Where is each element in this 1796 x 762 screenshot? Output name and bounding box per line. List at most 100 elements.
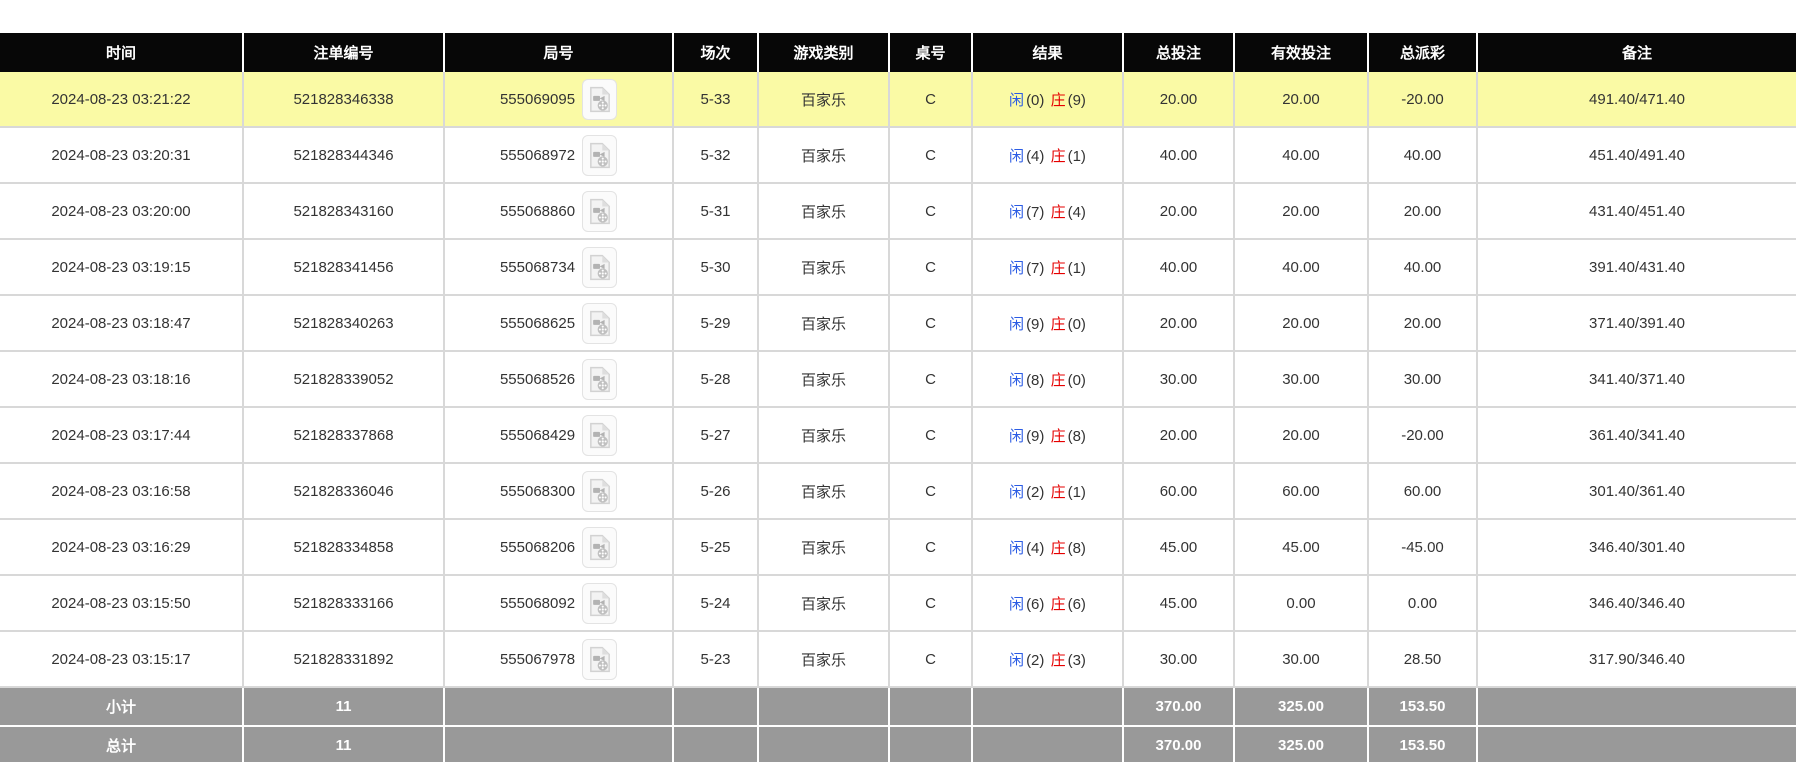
video-replay-button[interactable] (582, 639, 617, 680)
cell-game-type: 百家乐 (758, 183, 889, 239)
cell-valid-bet: 30.00 (1234, 631, 1368, 687)
table-row[interactable]: 2024-08-23 03:16:29 521828334858 5550682… (0, 519, 1796, 575)
result-banker-score: (6) (1067, 596, 1087, 613)
cell-round-id: 555068526 (444, 351, 673, 407)
video-replay-icon (589, 142, 611, 169)
table-row[interactable]: 2024-08-23 03:19:15 521828341456 5550687… (0, 239, 1796, 295)
cell-valid-bet: 20.00 (1234, 72, 1368, 127)
table-row[interactable]: 2024-08-23 03:15:17 521828331892 5550679… (0, 631, 1796, 687)
result-player-label: 闲 (1008, 540, 1025, 557)
table-row[interactable]: 2024-08-23 03:20:00 521828343160 5550688… (0, 183, 1796, 239)
result-banker-score: (9) (1067, 92, 1087, 109)
cell-remark: 341.40/371.40 (1477, 351, 1796, 407)
video-replay-button[interactable] (582, 135, 617, 176)
table-row[interactable]: 2024-08-23 03:18:16 521828339052 5550685… (0, 351, 1796, 407)
video-replay-button[interactable] (582, 583, 617, 624)
video-replay-icon (589, 86, 611, 113)
cell-round-id: 555068972 (444, 127, 673, 183)
video-replay-icon (589, 646, 611, 673)
cell-round-id: 555068734 (444, 239, 673, 295)
cell-time: 2024-08-23 03:17:44 (0, 407, 243, 463)
cell-total-payout: -20.00 (1368, 407, 1477, 463)
cell-result: 闲(2) 庄(3) (972, 631, 1123, 687)
cell-remark: 346.40/346.40 (1477, 575, 1796, 631)
cell-result: 闲(4) 庄(1) (972, 127, 1123, 183)
video-replay-button[interactable] (582, 415, 617, 456)
result-banker-score: (0) (1067, 372, 1087, 389)
cell-total-bet: 20.00 (1123, 183, 1234, 239)
cell-valid-bet: 40.00 (1234, 127, 1368, 183)
table-row[interactable]: 2024-08-23 03:18:47 521828340263 5550686… (0, 295, 1796, 351)
cell-time: 2024-08-23 03:20:31 (0, 127, 243, 183)
column-header-session: 场次 (673, 33, 758, 72)
cell-remark: 491.40/471.40 (1477, 72, 1796, 127)
round-id-text: 555068429 (500, 427, 575, 444)
summary-row: 小计 11 370.00 325.00 153.50 (0, 687, 1796, 726)
video-replay-button[interactable] (582, 79, 617, 120)
cell-time: 2024-08-23 03:15:50 (0, 575, 243, 631)
round-id-text: 555068206 (500, 539, 575, 556)
cell-total-bet: 45.00 (1123, 575, 1234, 631)
table-row[interactable]: 2024-08-23 03:16:58 521828336046 5550683… (0, 463, 1796, 519)
cell-round-id: 555068092 (444, 575, 673, 631)
table-header: 时间 注单编号 局号 场次 游戏类别 桌号 结果 总投注 有效投注 总派彩 备注 (0, 33, 1796, 72)
cell-game-type: 百家乐 (758, 239, 889, 295)
cell-game-type: 百家乐 (758, 519, 889, 575)
round-id-text: 555069095 (500, 91, 575, 108)
table-body: 2024-08-23 03:21:22 521828346338 5550690… (0, 72, 1796, 762)
result-player-score: (6) (1025, 596, 1045, 613)
summary-empty-remark (1477, 687, 1796, 726)
summary-label: 小计 (0, 687, 243, 726)
cell-total-bet: 45.00 (1123, 519, 1234, 575)
cell-result: 闲(7) 庄(4) (972, 183, 1123, 239)
video-replay-button[interactable] (582, 247, 617, 288)
cell-round-id: 555067978 (444, 631, 673, 687)
table-row[interactable]: 2024-08-23 03:15:50 521828333166 5550680… (0, 575, 1796, 631)
result-banker-label: 庄 (1050, 204, 1067, 221)
cell-bet-id: 521828339052 (243, 351, 444, 407)
result-banker-score: (8) (1067, 540, 1087, 557)
video-replay-button[interactable] (582, 359, 617, 400)
result-player-score: (8) (1025, 372, 1045, 389)
result-player-score: (7) (1025, 260, 1045, 277)
cell-bet-id: 521828346338 (243, 72, 444, 127)
video-replay-button[interactable] (582, 303, 617, 344)
cell-remark: 371.40/391.40 (1477, 295, 1796, 351)
video-replay-icon (589, 534, 611, 561)
video-replay-button[interactable] (582, 471, 617, 512)
video-replay-button[interactable] (582, 527, 617, 568)
cell-result: 闲(6) 庄(6) (972, 575, 1123, 631)
cell-total-bet: 40.00 (1123, 127, 1234, 183)
table-row[interactable]: 2024-08-23 03:17:44 521828337868 5550684… (0, 407, 1796, 463)
cell-total-payout: -20.00 (1368, 72, 1477, 127)
cell-time: 2024-08-23 03:20:00 (0, 183, 243, 239)
table-row[interactable]: 2024-08-23 03:20:31 521828344346 5550689… (0, 127, 1796, 183)
summary-row: 总计 11 370.00 325.00 153.50 (0, 726, 1796, 762)
cell-round-id: 555068860 (444, 183, 673, 239)
cell-time: 2024-08-23 03:16:58 (0, 463, 243, 519)
cell-valid-bet: 20.00 (1234, 295, 1368, 351)
summary-empty-round (444, 687, 673, 726)
round-id-text: 555067978 (500, 651, 575, 668)
cell-total-payout: 40.00 (1368, 239, 1477, 295)
cell-total-payout: 28.50 (1368, 631, 1477, 687)
cell-total-bet: 30.00 (1123, 631, 1234, 687)
cell-total-bet: 40.00 (1123, 239, 1234, 295)
result-player-score: (7) (1025, 204, 1045, 221)
result-player-label: 闲 (1008, 484, 1025, 501)
cell-table-no: C (889, 463, 972, 519)
video-replay-button[interactable] (582, 191, 617, 232)
cell-result: 闲(4) 庄(8) (972, 519, 1123, 575)
cell-remark: 361.40/341.40 (1477, 407, 1796, 463)
cell-table-no: C (889, 631, 972, 687)
column-header-table-no: 桌号 (889, 33, 972, 72)
result-banker-score: (4) (1067, 204, 1087, 221)
result-banker-score: (1) (1067, 148, 1087, 165)
cell-total-bet: 20.00 (1123, 407, 1234, 463)
table-row[interactable]: 2024-08-23 03:21:22 521828346338 5550690… (0, 72, 1796, 127)
result-banker-label: 庄 (1050, 484, 1067, 501)
result-banker-label: 庄 (1050, 316, 1067, 333)
cell-table-no: C (889, 519, 972, 575)
cell-table-no: C (889, 351, 972, 407)
result-player-label: 闲 (1008, 260, 1025, 277)
